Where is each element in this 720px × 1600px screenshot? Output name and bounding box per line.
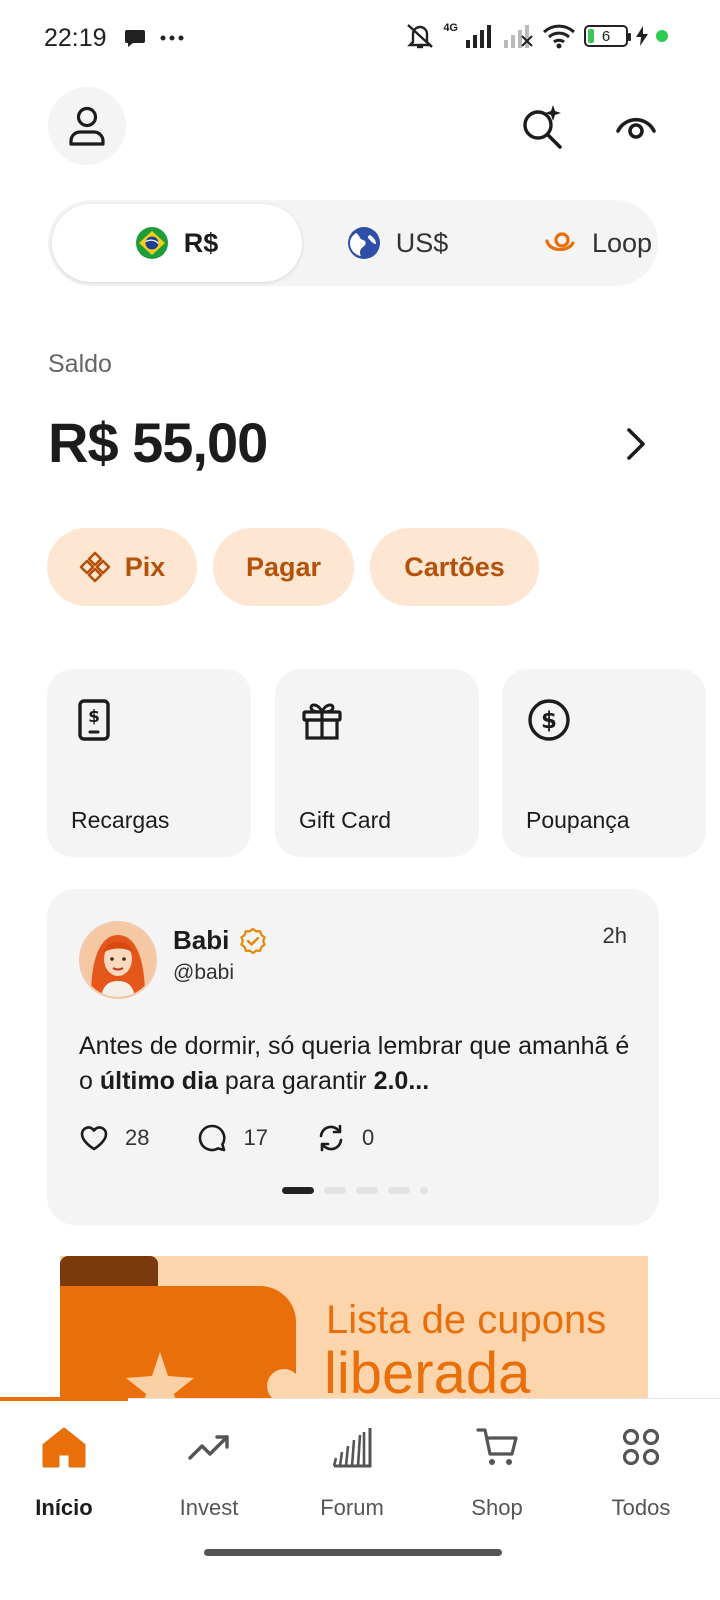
status-time: 22:19 <box>44 24 107 52</box>
svg-text:$: $ <box>88 707 100 727</box>
gift-icon <box>302 703 342 740</box>
charging-bolt-icon <box>636 26 648 46</box>
dollar-circle-icon: $ <box>528 699 570 741</box>
nav-shop[interactable]: Shop <box>433 1421 561 1521</box>
carousel-dot <box>324 1187 346 1194</box>
comment-icon <box>199 1124 226 1152</box>
bottom-navigation: Início Invest Forum Shop Todos <box>0 1397 720 1600</box>
nav-todos[interactable]: Todos <box>577 1421 705 1521</box>
currency-switcher: R$ US$ Loop <box>48 200 658 286</box>
wifi-icon <box>542 24 576 49</box>
profile-button[interactable] <box>48 87 126 165</box>
svg-text:$: $ <box>541 708 557 734</box>
signal-icon <box>466 25 491 48</box>
like-button[interactable]: 28 <box>79 1123 149 1153</box>
repost-button[interactable]: 0 <box>316 1123 374 1153</box>
banner-subtitle: liberada <box>324 1341 531 1398</box>
active-tab-indicator <box>0 1397 128 1401</box>
post-text: Antes de dormir, só queria lembrar que a… <box>79 1032 630 1095</box>
pix-button[interactable]: Pix <box>47 528 197 606</box>
carousel-dot <box>356 1187 378 1194</box>
quick-card-gift-card[interactable]: Gift Card <box>275 669 479 857</box>
forum-icon <box>332 1428 372 1468</box>
brazil-flag-icon <box>135 227 168 259</box>
bell-muted-icon <box>407 24 434 49</box>
balance-value[interactable]: R$ 55,00 <box>48 410 268 475</box>
heart-icon <box>80 1126 108 1151</box>
grid-dots-icon <box>622 1428 660 1466</box>
quick-card-poupanca[interactable]: $ Poupança <box>502 669 706 857</box>
home-gesture-bar[interactable] <box>204 1549 502 1556</box>
status-bar: 22:19 4G 6 <box>0 0 720 76</box>
post-stats: 28 17 0 <box>79 1123 422 1153</box>
globe-icon <box>347 227 380 259</box>
repost-count: 0 <box>361 1125 375 1150</box>
cards-button[interactable]: Cartões <box>370 528 539 606</box>
balance-details-button[interactable] <box>612 420 660 468</box>
nav-forum[interactable]: Forum <box>288 1421 416 1521</box>
chevron-right-icon <box>627 428 645 460</box>
balance-label: Saldo <box>48 350 112 378</box>
carousel-dot <box>388 1187 410 1194</box>
nav-invest[interactable]: Invest <box>145 1421 273 1521</box>
carousel-indicator <box>282 1187 428 1194</box>
toggle-visibility-button[interactable] <box>610 100 662 152</box>
post-author-name[interactable]: Babi <box>173 925 229 956</box>
trend-up-icon <box>188 1435 229 1460</box>
carousel-dot-active <box>282 1187 314 1194</box>
signal-weak-icon <box>504 25 533 48</box>
promo-banner[interactable]: Lista de cupons liberada <box>60 1256 648 1398</box>
home-icon <box>42 1427 86 1468</box>
carousel-dot <box>420 1187 428 1194</box>
comment-count: 17 <box>243 1125 268 1150</box>
post-author-handle: @babi <box>173 961 235 984</box>
tab-loop[interactable]: Loop <box>528 204 668 282</box>
banner-title: Lista de cupons <box>326 1298 607 1342</box>
comment-button[interactable]: 17 <box>197 1123 268 1153</box>
tab-brl[interactable]: R$ <box>52 204 302 282</box>
cart-icon <box>476 1428 518 1465</box>
chat-notification-icon <box>125 30 145 47</box>
search-sparkle-icon <box>523 105 562 149</box>
like-count: 28 <box>125 1125 150 1150</box>
more-dots-icon <box>160 35 184 41</box>
privacy-indicator-dot <box>656 30 668 42</box>
loop-icon <box>545 232 575 252</box>
coupon-illustration <box>60 1256 296 1398</box>
pay-button[interactable]: Pagar <box>213 528 354 606</box>
ai-search-button[interactable] <box>516 100 568 152</box>
battery-indicator: 6 <box>584 25 631 47</box>
eye-icon <box>616 117 656 139</box>
post-author-avatar[interactable] <box>79 921 157 999</box>
phone-recharge-icon: $ <box>78 699 110 741</box>
verified-badge-icon <box>240 927 267 954</box>
pix-icon <box>79 551 111 583</box>
post-time: 2h <box>602 923 627 948</box>
repost-icon <box>319 1124 343 1152</box>
forum-post-card[interactable]: Babi @babi 2h Antes de dormir, só queria… <box>47 889 659 1225</box>
tab-usd[interactable]: US$ <box>318 204 478 282</box>
user-icon <box>69 106 105 146</box>
nav-inicio[interactable]: Início <box>0 1421 128 1521</box>
network-type: 4G <box>443 22 458 34</box>
quick-card-recargas[interactable]: $ Recargas <box>47 669 251 857</box>
